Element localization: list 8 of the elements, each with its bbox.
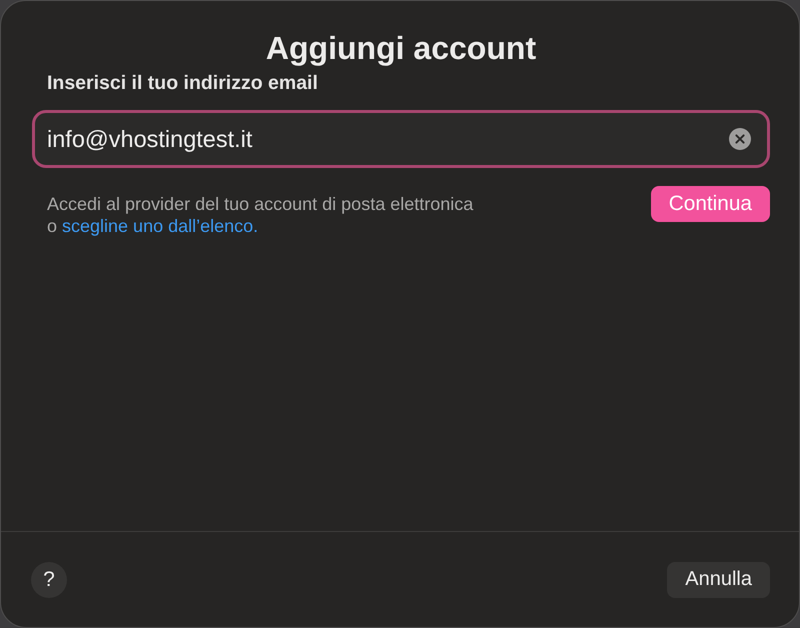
dialog-title: Aggiungi account (266, 30, 536, 67)
provider-list-link[interactable]: scegline uno dall’elenco. (62, 216, 258, 236)
email-field[interactable]: info@vhostingtest.it (32, 110, 770, 168)
provider-description: Accedi al provider del tuo account di posta elettronica o scegline uno dall’elenco. (47, 193, 474, 237)
help-button[interactable]: ? (31, 562, 67, 598)
email-prompt: Inserisci il tuo indirizzo email (47, 72, 318, 95)
cancel-button[interactable]: Annulla (667, 562, 770, 598)
clear-icon[interactable] (729, 128, 751, 150)
